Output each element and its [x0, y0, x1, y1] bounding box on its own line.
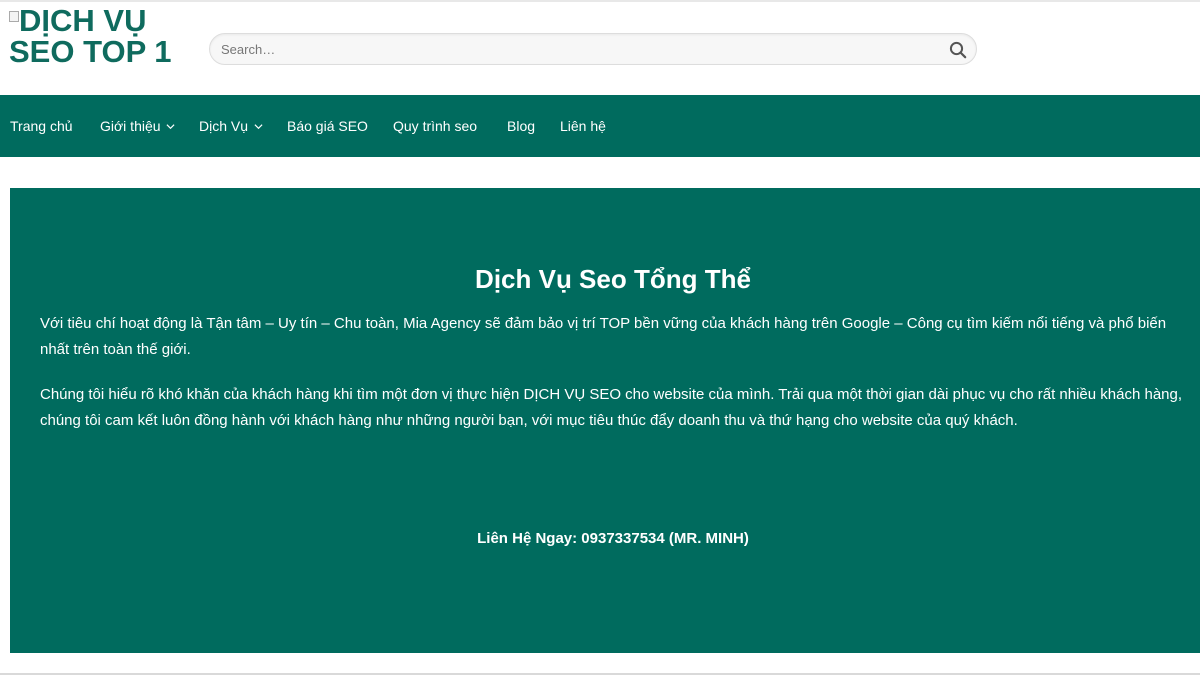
nav-item-blog[interactable]: Blog [507, 95, 535, 157]
site-logo-link[interactable]: DỊCH VỤ SEO TOP 1 [9, 5, 189, 97]
hero-banner: Dịch Vụ Seo Tổng Thể Với tiêu chí hoạt đ… [10, 188, 1200, 653]
nav-item-quy-trinh-seo[interactable]: Quy trình seo [393, 95, 477, 157]
site-header: DỊCH VỤ SEO TOP 1 [0, 2, 1200, 95]
nav-item-bao-gia-seo[interactable]: Báo giá SEO [287, 95, 368, 157]
contact-hotline[interactable]: Liên Hệ Ngay: 0937337534 (MR. MINH) [10, 528, 1200, 550]
nav-item-trang-chu[interactable]: Trang chủ [10, 95, 73, 157]
nav-item-label: Trang chủ [10, 118, 73, 134]
nav-item-label: Quy trình seo [393, 118, 478, 134]
main-nav: Trang chủ Giới thiệu Dịch Vụ Báo giá SEO… [0, 95, 1200, 157]
search-box[interactable] [209, 33, 977, 65]
nav-item-dich-vu[interactable]: Dịch Vụ [199, 95, 263, 157]
nav-item-label: Liên hệ [560, 118, 606, 134]
nav-item-lien-he[interactable]: Liên hệ [560, 95, 606, 157]
chevron-down-icon [166, 124, 175, 130]
chevron-down-icon [254, 124, 263, 130]
logo-alt-text: DỊCH VỤ SEO TOP 1 [9, 5, 172, 69]
nav-item-label: Dịch Vụ [199, 118, 249, 134]
nav-item-label: Báo giá SEO [287, 118, 368, 134]
nav-item-label: Blog [507, 118, 536, 134]
search-icon[interactable] [949, 41, 967, 59]
nav-item-gioi-thieu[interactable]: Giới thiệu [100, 95, 175, 157]
banner-paragraph-2: Chúng tôi hiểu rõ khó khăn của khách hàn… [40, 386, 1183, 429]
nav-item-label: Giới thiệu [100, 118, 161, 134]
search-input[interactable] [221, 34, 921, 64]
banner-paragraph-1: Với tiêu chí hoạt động là Tận tâm – Uy t… [40, 315, 1167, 358]
banner-title: Dịch Vụ Seo Tổng Thể [475, 264, 751, 294]
